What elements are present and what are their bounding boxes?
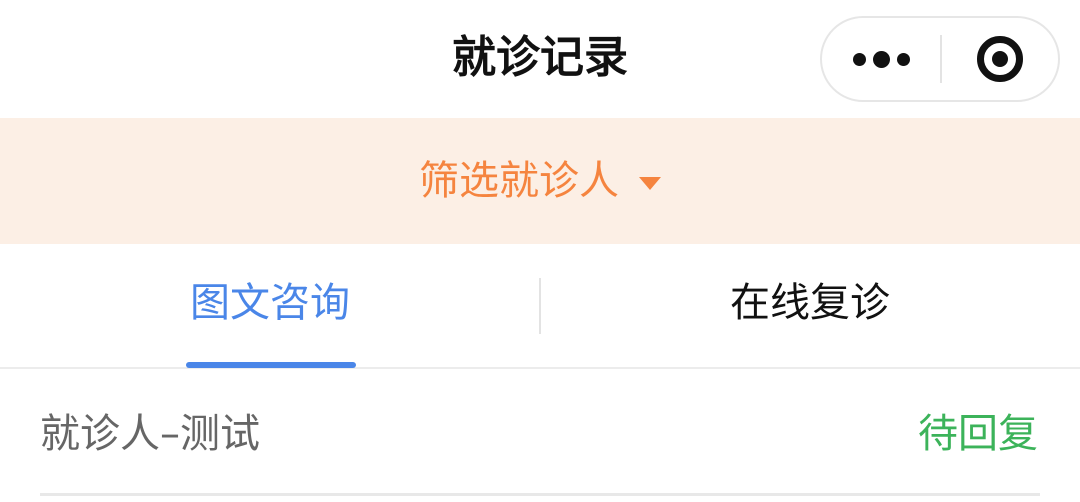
target-close-icon (977, 36, 1023, 82)
close-button[interactable] (942, 18, 1058, 100)
more-dots-icon (896, 52, 910, 66)
divider (40, 493, 1040, 496)
caret-down-icon (639, 176, 661, 190)
filter-label: 筛选就诊人 (419, 158, 619, 204)
more-dots-icon (872, 50, 890, 68)
mini-program-capsule (820, 16, 1060, 102)
navigation-bar: 就诊记录 (0, 0, 1080, 118)
consultation-records-page: 就诊记录 筛选就诊人 图文咨询 在线复诊 就诊人–测试 待回复 (0, 0, 1080, 502)
tab-text-consultation[interactable]: 图文咨询 (0, 244, 540, 367)
consultation-tabs: 图文咨询 在线复诊 (0, 244, 1080, 369)
more-button[interactable] (822, 18, 940, 100)
tab-online-followup[interactable]: 在线复诊 (540, 244, 1080, 367)
more-dots-icon (852, 52, 866, 66)
patient-name: 就诊人–测试 (40, 411, 260, 457)
active-tab-indicator (186, 362, 356, 368)
status-badge: 待回复 (918, 411, 1038, 457)
tab-label: 在线复诊 (730, 279, 890, 326)
list-item[interactable]: 就诊人–测试 待回复 (0, 369, 1080, 502)
tab-label: 图文咨询 (190, 279, 350, 326)
patient-filter[interactable]: 筛选就诊人 (0, 118, 1080, 244)
